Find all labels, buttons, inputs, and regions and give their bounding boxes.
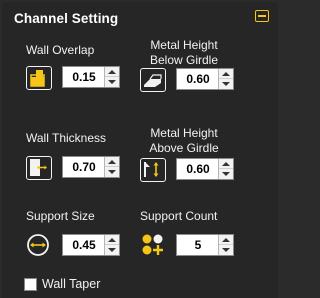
- support-size-stepper[interactable]: 0.45: [62, 234, 120, 256]
- collapse-button[interactable]: [255, 10, 269, 22]
- metal-height-above-girdle-label: Metal Height Above Girdle: [138, 126, 230, 156]
- metal-height-below-girdle-stepper[interactable]: 0.60: [176, 68, 234, 90]
- metal-height-below-girdle-label-line1: Metal Height: [150, 38, 218, 52]
- wall-taper-label[interactable]: Wall Taper: [42, 277, 100, 292]
- metal-height-above-girdle-decrement[interactable]: [219, 169, 233, 179]
- wall-thickness-increment[interactable]: [105, 157, 119, 167]
- panel-title: Channel Setting: [14, 11, 119, 26]
- wall-taper-checkbox[interactable]: [24, 278, 37, 291]
- support-count-decrement[interactable]: [219, 245, 233, 255]
- wall-thickness-arrows: [104, 157, 119, 177]
- metal-height-below-girdle-value[interactable]: 0.60: [177, 69, 219, 89]
- metal-height-below-girdle-decrement[interactable]: [219, 79, 233, 89]
- wall-overlap-label: Wall Overlap: [26, 43, 95, 57]
- support-count-increment[interactable]: [219, 235, 233, 245]
- wall-thickness-decrement[interactable]: [105, 167, 119, 177]
- wall-thickness-value[interactable]: 0.70: [63, 157, 105, 177]
- metal-height-above-girdle-label-line1: Metal Height: [150, 126, 218, 140]
- wall-thickness-label: Wall Thickness: [26, 131, 107, 145]
- metal-height-below-girdle-label: Metal Height Below Girdle: [138, 38, 230, 68]
- support-size-increment[interactable]: [105, 235, 119, 245]
- wall-overlap-value[interactable]: 0.15: [63, 67, 105, 87]
- support-count-label: Support Count: [140, 209, 218, 223]
- support-size-label: Support Size: [26, 209, 95, 223]
- support-count-icon: [140, 233, 166, 257]
- support-count-value[interactable]: 5: [177, 235, 219, 255]
- wall-overlap-increment[interactable]: [105, 67, 119, 77]
- metal-height-below-girdle-icon: [140, 68, 166, 92]
- metal-height-below-girdle-increment[interactable]: [219, 69, 233, 79]
- support-size-decrement[interactable]: [105, 245, 119, 255]
- metal-height-below-girdle-arrows: [218, 69, 233, 89]
- support-size-value[interactable]: 0.45: [63, 235, 105, 255]
- metal-height-above-girdle-increment[interactable]: [219, 159, 233, 169]
- wall-thickness-icon: [26, 156, 52, 180]
- wall-thickness-stepper[interactable]: 0.70: [62, 156, 120, 178]
- support-count-arrows: [218, 235, 233, 255]
- metal-height-above-girdle-value[interactable]: 0.60: [177, 159, 219, 179]
- support-count-stepper[interactable]: 5: [176, 234, 234, 256]
- wall-overlap-decrement[interactable]: [105, 77, 119, 87]
- panel-header: Channel Setting: [2, 2, 278, 32]
- metal-height-above-girdle-label-line2: Above Girdle: [149, 141, 219, 155]
- metal-height-below-girdle-label-line2: Below Girdle: [149, 53, 219, 67]
- metal-height-above-girdle-arrows: [218, 159, 233, 179]
- support-size-icon: [26, 233, 52, 257]
- support-size-arrows: [104, 235, 119, 255]
- wall-overlap-icon: [26, 66, 52, 90]
- metal-height-above-girdle-stepper[interactable]: 0.60: [176, 158, 234, 180]
- wall-overlap-stepper[interactable]: 0.15: [62, 66, 120, 88]
- metal-height-above-girdle-icon: [140, 158, 166, 182]
- wall-overlap-arrows: [104, 67, 119, 87]
